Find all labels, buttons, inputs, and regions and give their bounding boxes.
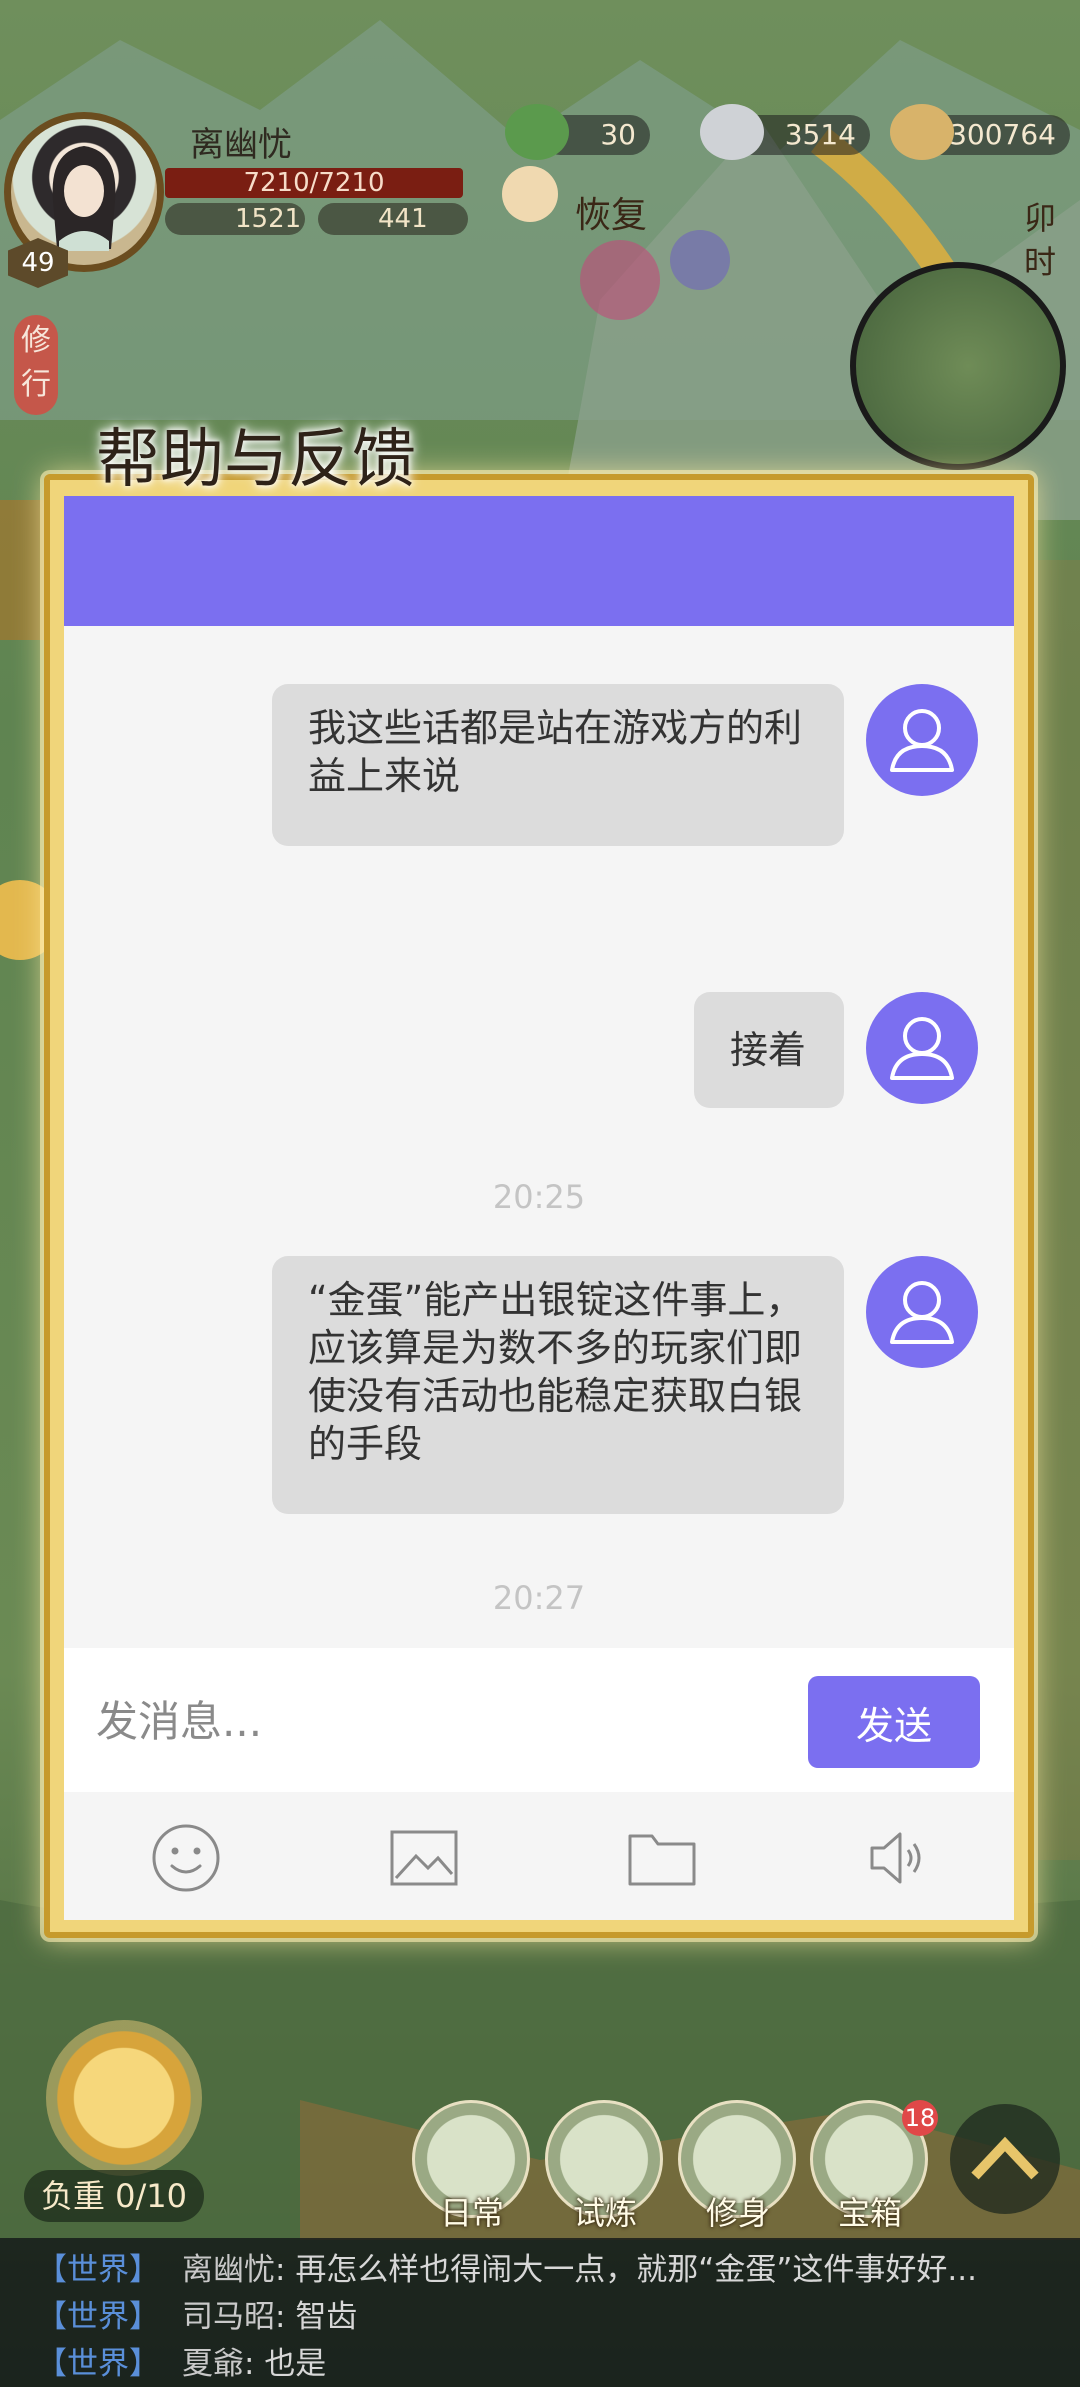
stat-bun: 441 [318,203,468,235]
minimap[interactable] [850,262,1066,470]
message-bubble: 接着 [694,992,844,1108]
player-name: 离幽忧 [190,125,292,165]
chat-speaker: 夏爺 [182,2346,244,2382]
chat-channel: 【世界】 [36,2346,160,2382]
chat-channel: 【世界】 [36,2299,160,2335]
user-icon [890,1281,954,1344]
chat-colon: : [244,2346,265,2382]
user-icon [890,709,954,772]
chat-colon: : [275,2299,296,2335]
chat-speaker: 离幽忧 [182,2252,275,2288]
recover-button[interactable]: 恢复 [575,186,647,238]
cooking-pot-button[interactable] [46,2020,202,2176]
menu-cultivate-label: 修身 [705,2194,770,2232]
menu-cultivate[interactable]: 修身 [678,2100,798,2232]
image-icon[interactable] [386,1820,462,1896]
dialog-title: 帮助与反馈 [96,423,416,497]
emoji-icon[interactable] [148,1820,224,1896]
hp-bar: 7210/7210 [165,168,463,198]
menu-daily[interactable]: 日常 [412,2100,532,2232]
chat-speaker: 司马昭 [182,2299,275,2335]
menu-trial[interactable]: 试炼 [545,2100,665,2232]
jade-coin-icon [505,104,569,160]
chat-channel: 【世界】 [36,2252,160,2288]
user-icon [890,1017,954,1080]
message-timestamp: 20:27 [492,1579,586,1617]
chat-line: 【世界】 夏爺: 也是 [36,2338,326,2384]
copper-coin-icon [890,104,954,160]
message-bubble: “金蛋”能产出银锭这件事上，应该算是为数不多的玩家们即使没有活动也能稳定获取白银… [272,1256,844,1514]
message-bubble: 我这些话都是站在游戏方的利益上来说 [272,684,844,846]
chat-line: 【世界】 离幽忧: 再怎么样也得闹大一点，就那“金蛋”这件事好好... [36,2244,977,2290]
folder-icon[interactable] [624,1820,700,1896]
menu-daily-label: 日常 [439,2194,504,2232]
character-portrait-icon [52,146,116,251]
weight-indicator: 负重 0/10 [24,2170,204,2222]
user-avatar [866,684,978,796]
chat-text: 再怎么样也得闹大一点，就那“金蛋”这件事好好... [295,2252,977,2288]
silver-ingot-icon [700,104,764,160]
chest-badge: 18 [902,2100,938,2136]
chevron-up-icon [971,2136,1039,2180]
help-feedback-dialog: 我这些话都是站在游戏方的利益上来说 接着 20:25 “金蛋”能产出银锭这件事上… [64,496,1014,1920]
expand-up-button[interactable] [950,2104,1060,2214]
cultivate-button[interactable]: 修行 [14,315,58,415]
attachment-toolbar [64,1792,1014,1920]
dialog-header-bar [64,496,1014,626]
stat-food-value: 1521 [235,204,302,234]
user-avatar [866,992,978,1104]
stat-food: 1521 [165,203,305,235]
speaker-icon[interactable] [862,1820,938,1896]
chat-text: 智齿 [295,2299,358,2335]
message-input-bar: 发送 [64,1648,1014,1792]
recover-potion-icon [502,166,558,222]
message-input[interactable] [94,1678,838,1764]
menu-trial-label: 试炼 [572,2194,637,2232]
resource-jade-value: 30 [600,118,636,151]
stat-bun-value: 441 [378,204,428,234]
user-avatar [866,1256,978,1368]
resource-silver-value: 3514 [784,118,856,151]
chat-text: 也是 [264,2346,327,2382]
time-of-day: 卯时 [1024,199,1057,281]
resource-copper-value: 300764 [949,118,1056,151]
menu-chest-label: 宝箱 [837,2194,902,2232]
chat-line: 【世界】 司马昭: 智齿 [36,2291,357,2337]
world-chat-log[interactable]: 【世界】 离幽忧: 再怎么样也得闹大一点，就那“金蛋”这件事好好... 【世界】司… [0,2238,1080,2387]
send-button[interactable]: 发送 [808,1676,980,1768]
message-timestamp: 20:25 [492,1178,586,1216]
chat-colon: : [275,2252,296,2288]
